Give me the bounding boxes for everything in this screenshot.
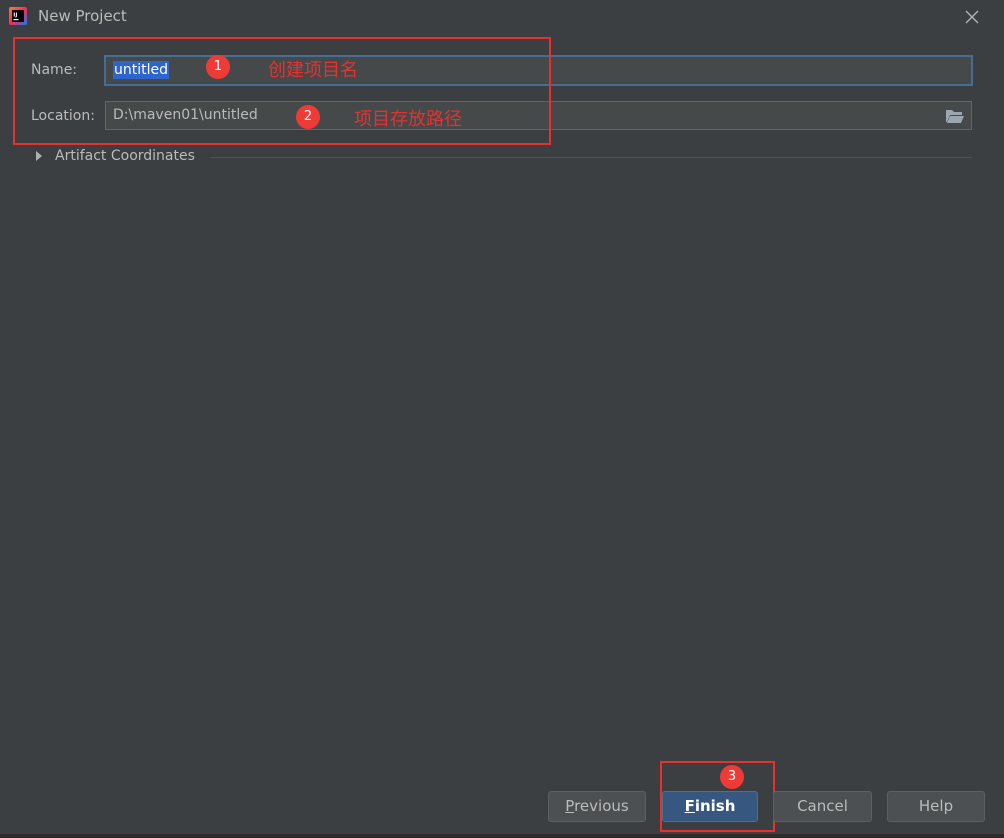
folder-open-icon[interactable]: [945, 107, 965, 125]
annotation-box-fields: [13, 37, 551, 145]
svg-text:IJ: IJ: [13, 13, 17, 19]
annotation-badge-2: 2: [296, 105, 320, 129]
finish-button[interactable]: Finish: [662, 791, 758, 822]
bottom-edge: [0, 834, 1004, 838]
cancel-button[interactable]: Cancel: [773, 791, 872, 822]
expand-arrow-icon[interactable]: [36, 151, 42, 161]
previous-label: revious: [574, 797, 629, 815]
intellij-idea-icon: IJ: [9, 7, 27, 25]
title-bar: IJ New Project: [0, 0, 1004, 34]
previous-button[interactable]: Previous: [548, 791, 646, 822]
dialog-title: New Project: [38, 7, 127, 25]
artifact-coordinates-section: Artifact Coordinates: [36, 146, 972, 168]
help-button[interactable]: Help: [887, 791, 985, 822]
finish-mnemonic: F: [684, 797, 695, 815]
close-icon[interactable]: [962, 7, 982, 27]
annotation-text-1: 创建项目名: [268, 60, 358, 81]
annotation-text-2: 项目存放路径: [354, 109, 462, 130]
section-divider: [210, 157, 972, 158]
previous-mnemonic: P: [565, 797, 575, 815]
artifact-coordinates-label[interactable]: Artifact Coordinates: [55, 148, 195, 164]
finish-label: inish: [694, 797, 736, 815]
annotation-badge-3: 3: [720, 765, 744, 789]
new-project-dialog: IJ New Project Name: untitled Location: …: [0, 0, 1004, 838]
annotation-badge-1: 1: [206, 55, 230, 79]
